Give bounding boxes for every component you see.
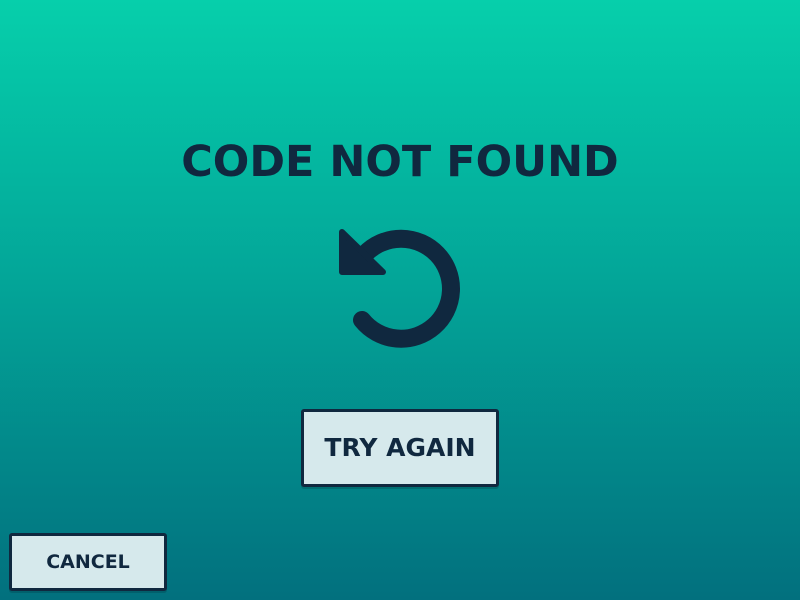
try-again-button[interactable]: TRY AGAIN <box>301 409 499 487</box>
code-not-found-screen: CODE NOT FOUND TRY AGAIN CANCEL <box>0 0 800 600</box>
cancel-button[interactable]: CANCEL <box>9 533 167 591</box>
retry-icon <box>335 222 463 350</box>
page-title: CODE NOT FOUND <box>181 137 619 187</box>
